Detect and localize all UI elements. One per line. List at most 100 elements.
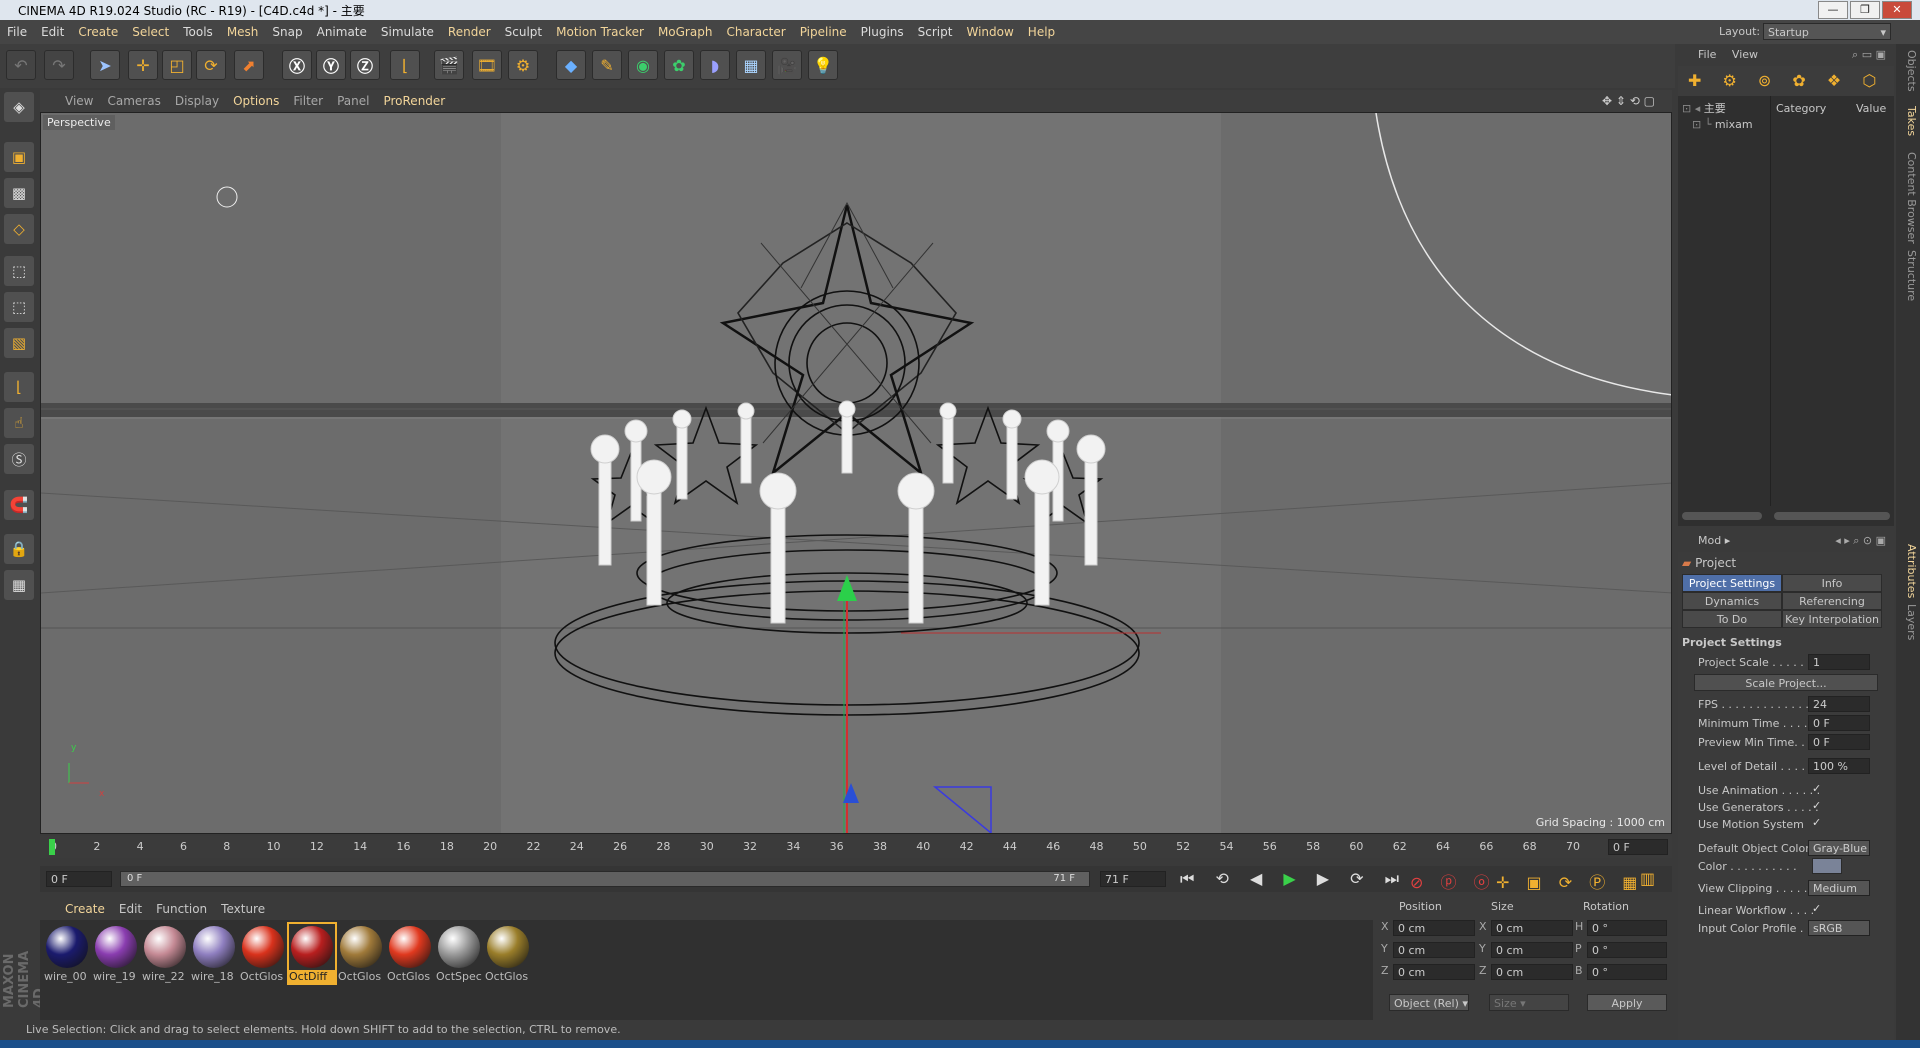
tab-content-browser[interactable]: Content Browser xyxy=(1898,152,1918,244)
menu-edit[interactable]: Edit xyxy=(34,20,71,44)
menu-snap[interactable]: Snap xyxy=(265,20,309,44)
size-field[interactable]: 0 cm xyxy=(1491,920,1573,936)
live-selection-icon[interactable]: ➤ xyxy=(90,50,120,80)
render-settings-icon[interactable]: ⚙ xyxy=(508,50,538,80)
points-mode-icon[interactable]: ⬚ xyxy=(4,256,34,286)
model-mode-icon[interactable]: ▣ xyxy=(4,142,34,172)
solo-mode-icon[interactable]: Ⓢ xyxy=(4,444,34,474)
subdivision-icon[interactable]: ◉ xyxy=(628,50,658,80)
undo-icon[interactable]: ↶ xyxy=(6,50,36,80)
timeline-ruler[interactable]: 0246810121416182022242628303234363840424… xyxy=(40,836,1672,858)
layout-dropdown[interactable]: Startup ▾ xyxy=(1763,23,1891,40)
color-swatch[interactable] xyxy=(1812,858,1842,874)
obj-hscroll-right[interactable] xyxy=(1774,512,1890,520)
record-buttons[interactable]: ⊘ ⓟ ⓞ xyxy=(1410,869,1496,893)
obj-menu-view[interactable]: View xyxy=(1732,48,1758,61)
y-axis-icon[interactable]: Ⓨ xyxy=(316,50,346,80)
rotation-field[interactable]: 0 ° xyxy=(1587,964,1667,980)
attr-mode-menu[interactable]: Mod xyxy=(1698,534,1721,547)
mat-menu-texture[interactable]: Texture xyxy=(214,898,272,920)
vp-menu-filter[interactable]: Filter xyxy=(286,90,330,112)
material-item[interactable]: wire_00 xyxy=(44,924,90,983)
mat-menu-edit[interactable]: Edit xyxy=(112,898,149,920)
use-generators-checkbox[interactable]: ✓ xyxy=(1812,799,1821,812)
material-item[interactable]: wire_19 xyxy=(93,924,139,983)
planar-workplane-icon[interactable]: ▦ xyxy=(4,570,34,600)
rotate-icon[interactable]: ⟳ xyxy=(196,50,226,80)
tree-root[interactable]: ⊡ ◂ 主要 xyxy=(1682,100,1726,116)
preview-min-field[interactable]: 0 F xyxy=(1808,734,1870,750)
timeline-playhead[interactable] xyxy=(49,839,55,855)
render-view-icon[interactable]: 🎬 xyxy=(434,50,464,80)
menu-mesh[interactable]: Mesh xyxy=(220,20,266,44)
minimize-button[interactable]: — xyxy=(1818,1,1848,19)
workplane-lock-icon[interactable]: 🔒 xyxy=(4,534,34,564)
material-item[interactable]: OctGlos xyxy=(240,924,286,983)
redo-icon[interactable]: ↷ xyxy=(44,50,74,80)
tab-to-do[interactable]: To Do xyxy=(1682,610,1782,628)
menu-window[interactable]: Window xyxy=(959,20,1020,44)
tab-structure[interactable]: Structure xyxy=(1898,250,1918,301)
menu-mograph[interactable]: MoGraph xyxy=(651,20,720,44)
material-item[interactable]: wire_18 xyxy=(191,924,237,983)
rotation-field[interactable]: 0 ° xyxy=(1587,920,1667,936)
axis-mode-icon[interactable]: ⌊ xyxy=(4,372,34,402)
tab-layers[interactable]: Layers xyxy=(1898,604,1918,640)
floor-icon[interactable]: ▦ xyxy=(736,50,766,80)
x-axis-icon[interactable]: Ⓧ xyxy=(282,50,312,80)
tab-objects[interactable]: Objects xyxy=(1898,50,1918,92)
end-frame-field[interactable]: 71 F xyxy=(1100,871,1166,887)
obj-hscroll-left[interactable] xyxy=(1682,512,1762,520)
input-profile-dropdown[interactable]: sRGB xyxy=(1808,920,1870,936)
render-picture-viewer-icon[interactable]: 🎞 xyxy=(472,50,502,80)
start-frame-field[interactable]: 0 F xyxy=(46,871,112,887)
tab-referencing[interactable]: Referencing xyxy=(1782,592,1882,610)
lod-field[interactable]: 100 % xyxy=(1808,758,1870,774)
menu-simulate[interactable]: Simulate xyxy=(374,20,441,44)
preview-range-slider[interactable]: 0 F 71 F xyxy=(120,871,1090,887)
menu-animate[interactable]: Animate xyxy=(310,20,374,44)
size-field[interactable]: 0 cm xyxy=(1491,964,1573,980)
menu-help[interactable]: Help xyxy=(1021,20,1062,44)
close-button[interactable]: ✕ xyxy=(1882,1,1912,19)
workplane-mode-icon[interactable]: ◇ xyxy=(4,214,34,244)
position-field[interactable]: 0 cm xyxy=(1393,964,1475,980)
menu-tools[interactable]: Tools xyxy=(176,20,220,44)
coordinate-system-icon[interactable]: ⌊ xyxy=(390,50,420,80)
menu-motion-tracker[interactable]: Motion Tracker xyxy=(549,20,651,44)
snap-icon[interactable]: 🧲 xyxy=(4,490,34,520)
menu-plugins[interactable]: Plugins xyxy=(854,20,911,44)
polygons-mode-icon[interactable]: ▧ xyxy=(4,328,34,358)
tab-project-settings[interactable]: Project Settings xyxy=(1682,574,1782,592)
vp-menu-display[interactable]: Display xyxy=(168,90,226,112)
viewport-nav-icons[interactable]: ✥ ⇕ ⟲ ▢ xyxy=(1595,90,1662,112)
scale-icon[interactable]: ◰ xyxy=(162,50,192,80)
use-motion-checkbox[interactable]: ✓ xyxy=(1812,816,1821,829)
vp-menu-prorender[interactable]: ProRender xyxy=(376,90,452,112)
cube-icon[interactable]: ◆ xyxy=(556,50,586,80)
tab-takes[interactable]: Takes xyxy=(1898,106,1918,136)
coords-size-dropdown[interactable]: Size ▾ xyxy=(1489,994,1569,1011)
material-item[interactable]: OctGlos xyxy=(485,924,531,983)
move-icon[interactable]: ✛ xyxy=(128,50,158,80)
position-field[interactable]: 0 cm xyxy=(1393,920,1475,936)
apply-button[interactable]: Apply xyxy=(1587,994,1667,1011)
make-editable-icon[interactable]: ◈ xyxy=(4,92,34,122)
menu-select[interactable]: Select xyxy=(125,20,176,44)
obj-search-icon[interactable]: ⌕ ▭ ▣ xyxy=(1852,44,1886,66)
rotation-field[interactable]: 0 ° xyxy=(1587,942,1667,958)
tab-dynamics[interactable]: Dynamics xyxy=(1682,592,1782,610)
project-scale-field[interactable]: 1 xyxy=(1808,654,1870,670)
deformer-icon[interactable]: ◗ xyxy=(700,50,730,80)
transport-buttons[interactable]: ⏮ ⟲ ◀ ▶ ▶ ⟳ ⏭ xyxy=(1180,869,1407,889)
texture-mode-icon[interactable]: ▩ xyxy=(4,178,34,208)
material-item[interactable]: OctGlos xyxy=(387,924,433,983)
use-animation-checkbox[interactable]: ✓ xyxy=(1812,782,1821,795)
menu-render[interactable]: Render xyxy=(441,20,498,44)
mat-menu-function[interactable]: Function xyxy=(149,898,214,920)
obj-toolbar-icons[interactable]: ✚ ⚙ ⊚ ✿ ❖ ⬡ xyxy=(1678,66,1894,96)
vp-menu-options[interactable]: Options xyxy=(226,90,286,112)
menu-pipeline[interactable]: Pipeline xyxy=(793,20,854,44)
key-mode-buttons[interactable]: ✛ ▣ ⟳ Ⓟ ▦ xyxy=(1496,869,1643,893)
pen-icon[interactable]: ✎ xyxy=(592,50,622,80)
